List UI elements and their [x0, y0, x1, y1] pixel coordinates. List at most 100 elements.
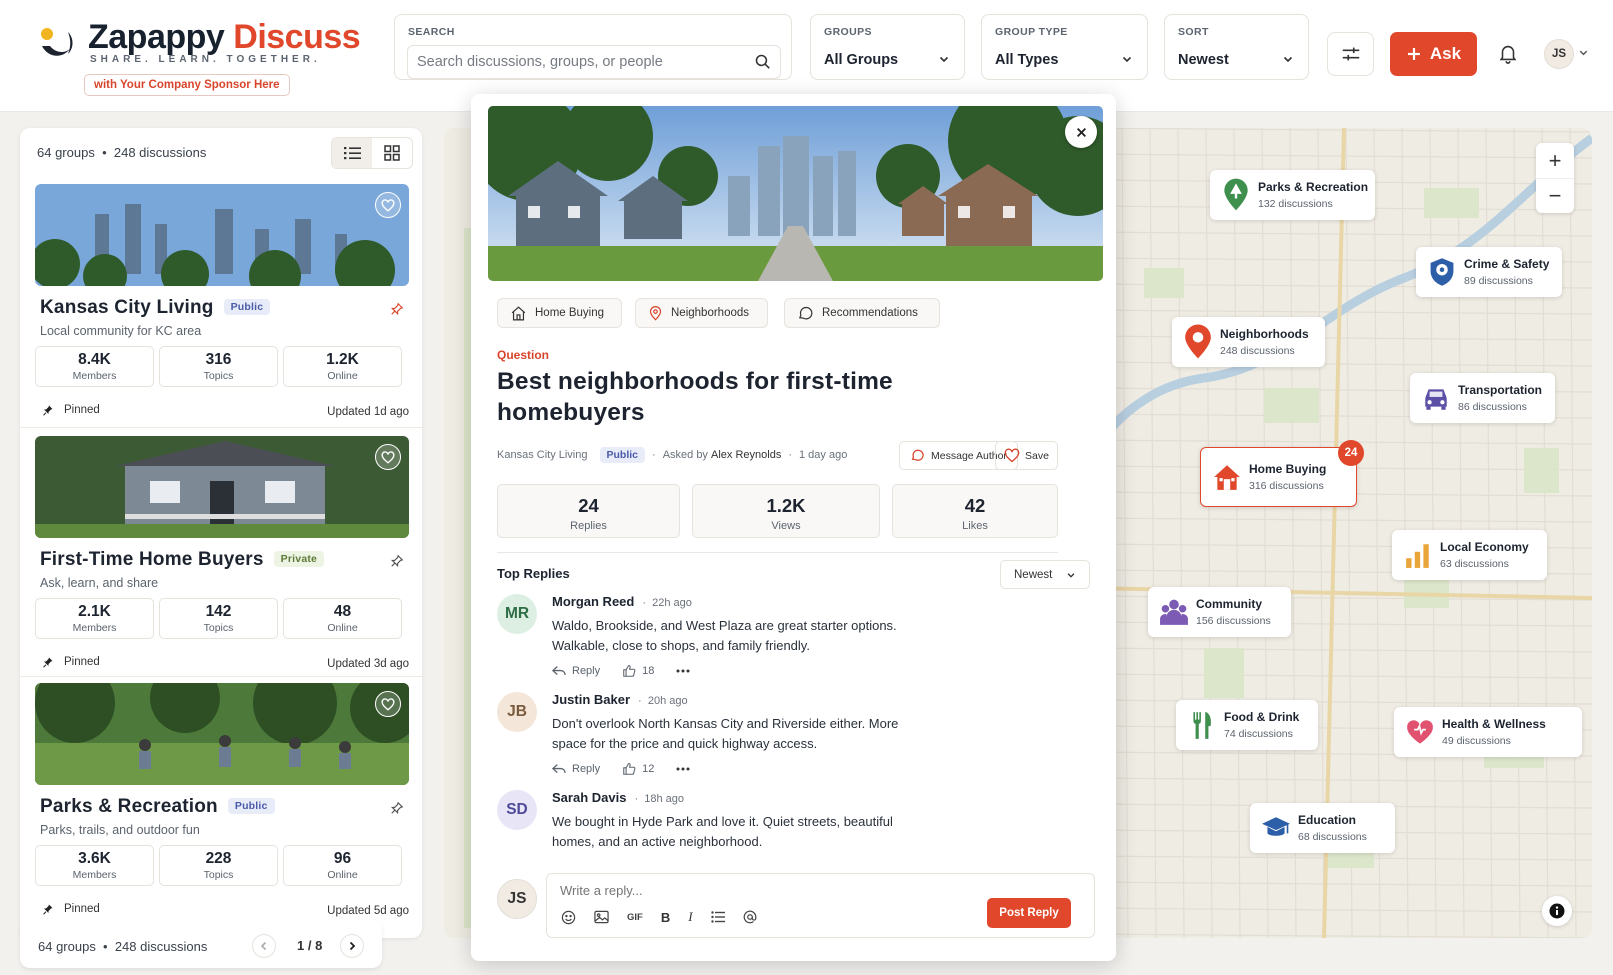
map-category-card[interactable]: Transportation 86 discussions [1410, 373, 1555, 423]
zoom-out-button[interactable]: − [1536, 178, 1574, 213]
pin-icon[interactable] [390, 554, 404, 568]
map-category-card[interactable]: Local Economy 63 discussions [1392, 530, 1547, 580]
user-avatar[interactable]: JS [1544, 39, 1574, 69]
stat-label: Online [327, 869, 358, 881]
reply-count-badge: 24 [1338, 440, 1364, 466]
stat-value: 96 [333, 850, 352, 867]
bold-button[interactable]: B [661, 910, 670, 925]
reply-avatar[interactable]: SD [497, 790, 537, 830]
stat-value: 1.2K [766, 495, 806, 516]
groups-select[interactable]: GROUPS All Groups [810, 14, 965, 80]
favorite-button[interactable] [375, 192, 401, 218]
updated-time: Updated 1d ago [327, 406, 409, 418]
mention-icon[interactable] [743, 910, 757, 924]
category-title: Transportation [1458, 383, 1543, 397]
filter-button[interactable] [1327, 32, 1374, 76]
close-button[interactable] [1065, 116, 1097, 148]
group-type-label: GROUP TYPE [995, 26, 1068, 38]
pin-icon[interactable] [390, 302, 404, 316]
reply-author-name[interactable]: Sarah Davis [552, 790, 626, 805]
views-stat: 1.2K Views [692, 484, 880, 538]
zoom-in-button[interactable]: + [1536, 143, 1574, 178]
map-category-card[interactable]: Home Buying 316 discussions 24 [1200, 440, 1364, 507]
sort-select[interactable]: SORT Newest [1164, 14, 1309, 80]
favorite-button[interactable] [375, 444, 401, 470]
sponsor-link[interactable]: with Your Company Sponsor Here [84, 74, 290, 96]
tag-recommendations[interactable]: Recommendations [784, 298, 940, 328]
reply-avatar[interactable]: JB [497, 692, 537, 732]
thumbs-up-icon[interactable] [622, 762, 636, 776]
group-name[interactable]: Parks & Recreation [40, 796, 218, 817]
map-category-card[interactable]: Health & Wellness 49 discussions [1394, 707, 1582, 757]
reply-arrow-icon[interactable] [552, 665, 566, 677]
map-category-card[interactable]: Community 156 discussions [1148, 587, 1291, 637]
image-icon[interactable] [594, 910, 609, 924]
reply-input[interactable] [560, 883, 960, 898]
asked-by-prefix: Asked by [662, 449, 708, 461]
group-title: Parks & Recreation Public [40, 796, 275, 818]
search-input[interactable] [407, 45, 781, 79]
stat-label: Topics [203, 622, 234, 634]
sort-value: Newest [1178, 52, 1229, 68]
bell-icon[interactable] [1497, 41, 1519, 65]
map-category-card[interactable]: Parks & Recreation 132 discussions [1210, 170, 1375, 220]
category-count: 316 discussions [1249, 480, 1324, 492]
category-title: Parks & Recreation [1258, 180, 1369, 194]
chevron-down-icon[interactable] [1578, 47, 1589, 58]
pin-icon[interactable] [390, 801, 404, 815]
fork-knife-icon [1186, 708, 1218, 742]
reply-avatar[interactable]: MR [497, 594, 537, 634]
post-reply-button[interactable]: Post Reply [987, 898, 1071, 928]
map-category-card[interactable]: Food & Drink 74 discussions [1176, 700, 1318, 750]
next-page-button[interactable] [340, 934, 364, 958]
author-link[interactable]: Alex Reynolds [711, 449, 781, 461]
reply-text: Don't overlook North Kansas City and Riv… [552, 716, 899, 751]
stat-value: 3.6K [78, 850, 111, 867]
tag-neighborhoods[interactable]: Neighborhoods [635, 298, 768, 328]
reply-arrow-icon[interactable] [552, 763, 566, 775]
group-stat: 2.1K Members [35, 598, 154, 639]
more-options-icon[interactable] [676, 669, 690, 673]
chevron-down-icon [938, 53, 950, 65]
composer-avatar: JS [497, 879, 537, 919]
reply-author-name[interactable]: Justin Baker [552, 692, 630, 707]
reply-author-name[interactable]: Morgan Reed [552, 594, 634, 609]
reply-button[interactable]: Reply [572, 665, 600, 677]
bullet-list-icon[interactable] [710, 911, 725, 923]
list-view-button[interactable] [332, 138, 372, 168]
group-name[interactable]: Kansas City Living [40, 297, 214, 318]
people-icon [1158, 595, 1190, 629]
more-options-icon[interactable] [676, 767, 690, 771]
replies-sort-select[interactable]: Newest [1000, 560, 1090, 589]
favorite-button[interactable] [375, 691, 401, 717]
brand-part1: Zapappy [88, 18, 225, 56]
map-category-card[interactable]: Education 68 discussions [1250, 803, 1395, 853]
search-icon[interactable] [754, 53, 771, 70]
tag-home-buying[interactable]: Home Buying [497, 298, 622, 328]
brand-logo[interactable]: Zapappy Discuss SHARE. LEARN. TOGETHER. … [38, 18, 378, 98]
grid-view-button[interactable] [372, 138, 412, 168]
stat-value: 48 [333, 603, 352, 620]
gif-button[interactable]: GIF [627, 912, 643, 923]
reply-button[interactable]: Reply [572, 763, 600, 775]
emoji-icon[interactable] [561, 910, 576, 925]
groups-count: 64 groups [37, 145, 95, 160]
save-button[interactable]: Save [995, 441, 1058, 470]
map-pin-icon [1182, 324, 1214, 359]
groups-value: All Groups [824, 52, 899, 68]
prev-page-button[interactable] [252, 934, 276, 958]
map-category-card[interactable]: Neighborhoods 248 discussions [1172, 317, 1325, 367]
group-link[interactable]: Kansas City Living [497, 449, 588, 461]
stat-value: 1.2K [326, 351, 359, 368]
replies-stat: 24 Replies [497, 484, 680, 538]
info-button[interactable] [1542, 896, 1572, 926]
grid-icon [384, 145, 400, 161]
group-type-select[interactable]: GROUP TYPE All Types [981, 14, 1148, 80]
map-category-card[interactable]: Crime & Safety 89 discussions [1416, 247, 1562, 297]
group-name[interactable]: First-Time Home Buyers [40, 549, 264, 570]
tag-label: Neighborhoods [671, 307, 750, 319]
chevron-down-icon [1282, 53, 1294, 65]
italic-button[interactable]: I [688, 909, 692, 925]
thumbs-up-icon[interactable] [622, 664, 636, 678]
ask-button[interactable]: Ask [1390, 32, 1477, 76]
